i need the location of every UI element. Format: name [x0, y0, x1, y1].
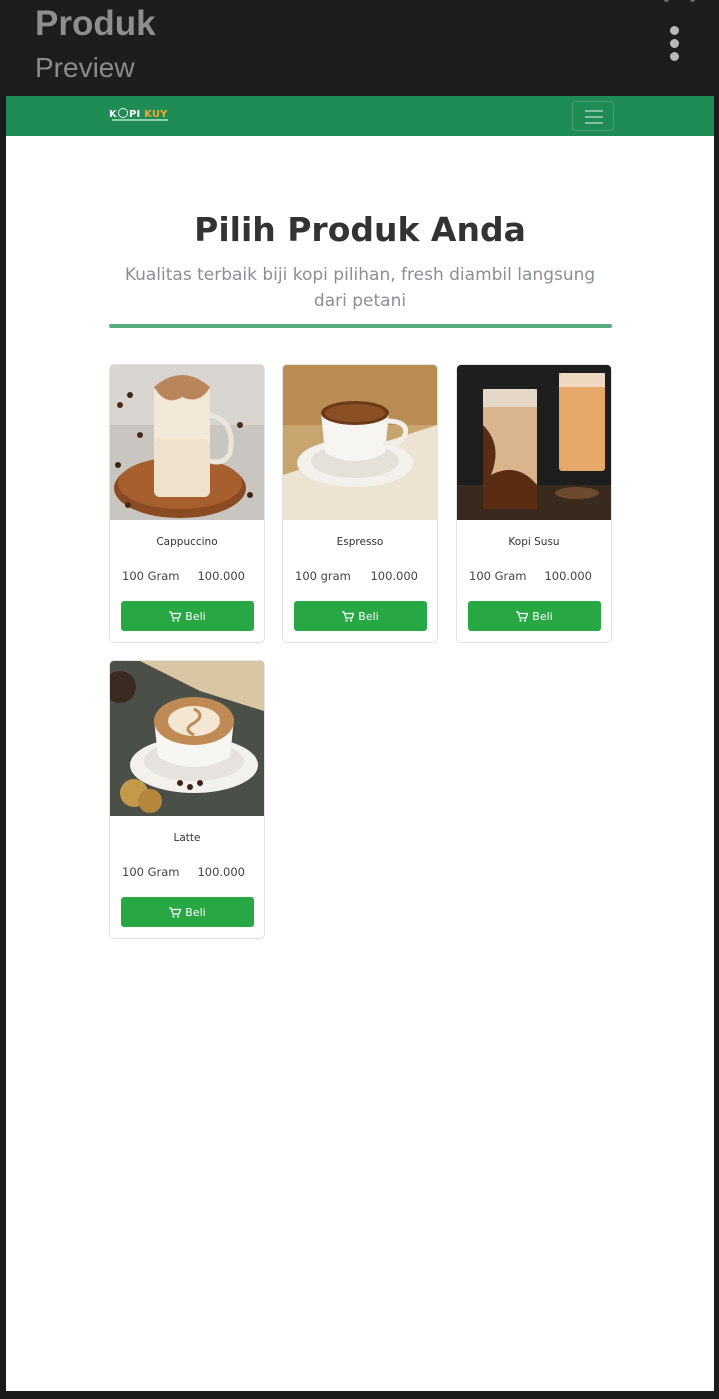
product-price: 100.000: [197, 569, 245, 583]
buy-button-label: Beli: [185, 905, 206, 919]
product-price: 100.000: [197, 865, 245, 879]
cart-icon: [342, 610, 355, 622]
product-price: 100.000: [370, 569, 418, 583]
logo-tagline: [112, 119, 168, 121]
product-name: Cappuccino: [156, 536, 218, 548]
product-card-kopi-susu: Kopi Susu 100 Gram 100.000 Beli: [456, 364, 612, 643]
product-card-cappuccino: Cappuccino 100 Gram 100.000 Beli: [109, 364, 265, 643]
product-price: 100.000: [544, 569, 592, 583]
kebab-menu-icon[interactable]: [664, 26, 686, 62]
hamburger-icon: [585, 110, 603, 112]
app-bar-title: Produk: [35, 4, 156, 43]
espresso-image: [283, 365, 437, 520]
status-indicator: [660, 0, 700, 4]
product-weight: 100 Gram: [122, 569, 180, 583]
product-weight: 100 gram: [295, 569, 351, 583]
product-card-latte: Latte 100 Gram 100.000 Beli: [109, 660, 265, 939]
cappuccino-image: [110, 365, 264, 520]
cart-icon: [169, 906, 182, 918]
cart-icon: [169, 610, 182, 622]
product-name: Kopi Susu: [508, 536, 560, 548]
buy-button-label: Beli: [532, 609, 553, 623]
kopi-susu-image: [457, 365, 611, 520]
buy-button-label: Beli: [358, 609, 379, 623]
buy-button[interactable]: Beli: [468, 601, 601, 631]
buy-button[interactable]: Beli: [121, 897, 254, 927]
app-bar: Produk Preview: [0, 0, 719, 96]
brand-logo[interactable]: K PI KUY: [109, 106, 173, 126]
latte-image: [110, 661, 264, 816]
navbar-toggle-button[interactable]: [572, 101, 614, 131]
coffee-cup-icon: [117, 108, 128, 118]
product-name: Latte: [173, 832, 201, 844]
buy-button[interactable]: Beli: [121, 601, 254, 631]
product-weight: 100 Gram: [122, 865, 180, 879]
bottom-bar: [0, 1391, 719, 1399]
app-bar-subtitle: Preview: [35, 52, 135, 83]
cart-icon: [516, 610, 529, 622]
buy-button[interactable]: Beli: [294, 601, 427, 631]
buy-button-label: Beli: [185, 609, 206, 623]
product-name: Espresso: [336, 536, 384, 548]
title-divider: [109, 324, 612, 328]
product-card-espresso: Espresso 100 gram 100.000 Beli: [282, 364, 438, 643]
navbar: K PI KUY: [6, 96, 714, 136]
page-subtitle: Kualitas terbaik biji kopi pilihan, fres…: [124, 265, 596, 311]
webview: K PI KUY Pilih Produk Anda Kualitas terba…: [6, 96, 714, 1391]
product-weight: 100 Gram: [469, 569, 527, 583]
page-title: Pilih Produk Anda: [194, 210, 526, 249]
